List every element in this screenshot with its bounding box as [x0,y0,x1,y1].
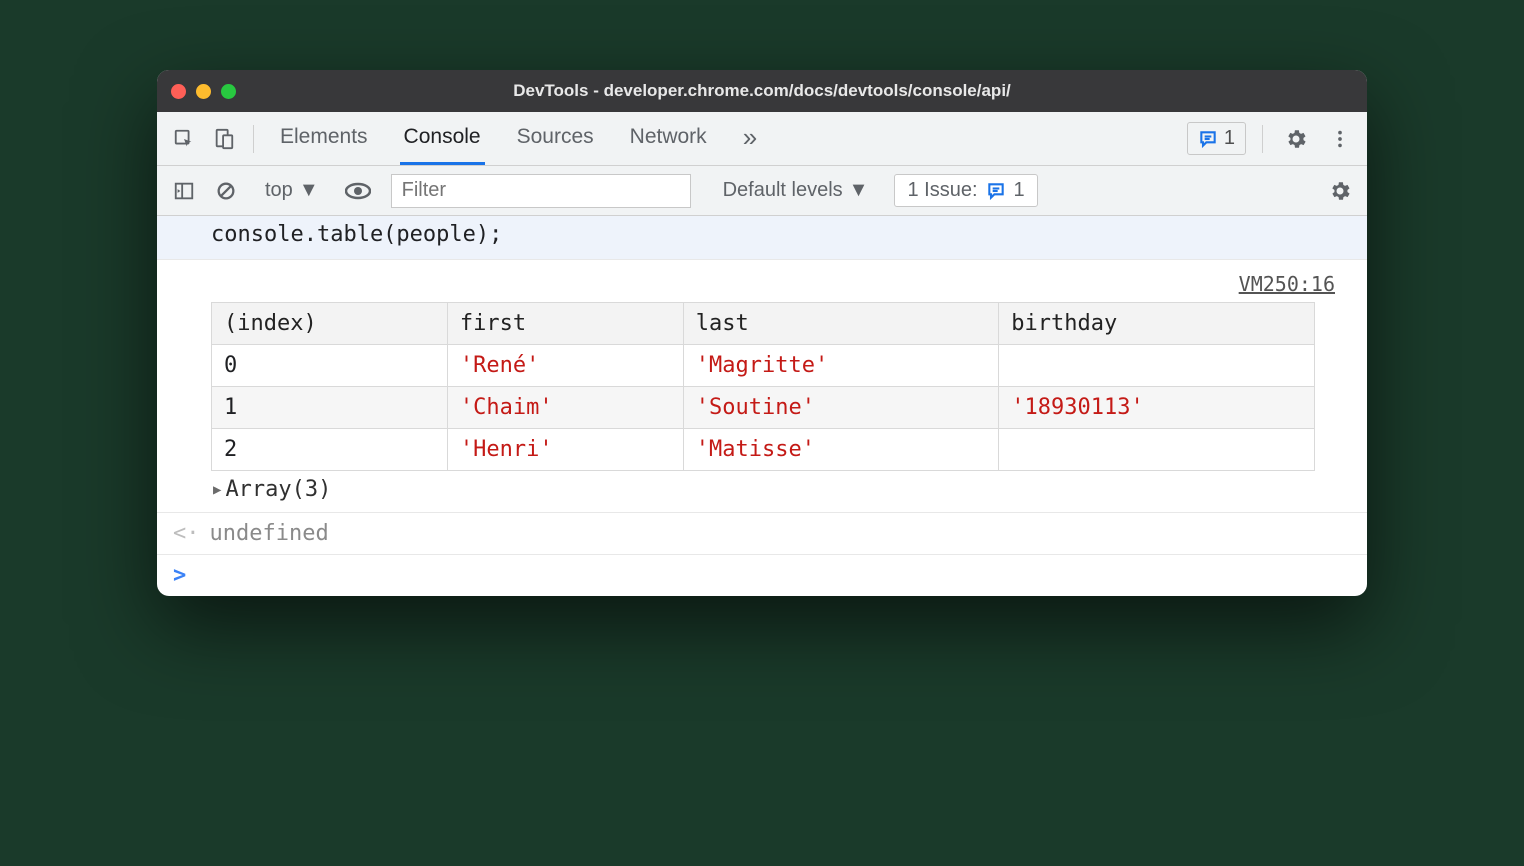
cell-index: 2 [212,429,448,471]
toolbar-separator [1262,125,1263,153]
console-prompt[interactable]: > [157,555,1367,596]
console-body: console.table(people); VM250:16 (index) … [157,216,1367,596]
cell-birthday [999,345,1315,387]
window-title: DevTools - developer.chrome.com/docs/dev… [157,81,1367,101]
main-toolbar: Elements Console Sources Network » 1 [157,112,1367,166]
col-last[interactable]: last [683,303,999,345]
levels-label: Default levels [723,179,843,202]
chevron-down-icon: ▼ [299,179,319,202]
toolbar-separator [253,125,254,153]
return-row: <· undefined [157,513,1367,555]
inspect-element-icon[interactable] [167,122,201,156]
cell-first: 'Chaim' [447,387,683,429]
filter-input[interactable] [391,174,691,208]
col-first[interactable]: first [447,303,683,345]
console-output: VM250:16 (index) first last birthday 0 '… [157,260,1367,513]
chat-icon [1198,129,1218,149]
console-filter-bar: top ▼ Default levels ▼ 1 Issue: 1 [157,166,1367,216]
col-birthday[interactable]: birthday [999,303,1315,345]
console-table: (index) first last birthday 0 'René' 'Ma… [211,302,1315,471]
gear-icon[interactable] [1323,174,1357,208]
window-titlebar: DevTools - developer.chrome.com/docs/dev… [157,70,1367,112]
context-selector[interactable]: top ▼ [259,179,325,202]
cell-first: 'Henri' [447,429,683,471]
panel-tabs: Elements Console Sources Network » [276,112,761,165]
tab-console[interactable]: Console [400,112,485,165]
cell-birthday [999,429,1315,471]
gear-icon[interactable] [1279,122,1313,156]
devtools-window: DevTools - developer.chrome.com/docs/dev… [157,70,1367,596]
cell-index: 0 [212,345,448,387]
cell-last: 'Soutine' [683,387,999,429]
issues-count: 1 [1224,127,1235,150]
source-link[interactable]: VM250:16 [1239,272,1335,296]
log-levels-selector[interactable]: Default levels ▼ [713,179,879,202]
array-expand[interactable]: ▶ Array(3) [211,477,1349,502]
table-row[interactable]: 2 'Henri' 'Matisse' [212,429,1315,471]
maximize-window-button[interactable] [221,84,236,99]
return-arrow-icon: <· [173,521,200,546]
clear-console-icon[interactable] [209,174,243,208]
col-index[interactable]: (index) [212,303,448,345]
traffic-lights [171,84,236,99]
prompt-caret-icon: > [173,563,186,588]
context-label: top [265,179,293,202]
sidebar-toggle-icon[interactable] [167,174,201,208]
issues-count: 1 [1014,179,1025,202]
triangle-right-icon: ▶ [213,482,221,498]
issues-box[interactable]: 1 Issue: 1 [894,174,1037,207]
cell-last: 'Magritte' [683,345,999,387]
console-command: console.table(people); [157,216,1367,260]
cell-first: 'René' [447,345,683,387]
minimize-window-button[interactable] [196,84,211,99]
close-window-button[interactable] [171,84,186,99]
table-row[interactable]: 0 'René' 'Magritte' [212,345,1315,387]
tab-overflow[interactable]: » [739,112,761,165]
cell-last: 'Matisse' [683,429,999,471]
array-summary: Array(3) [225,477,331,502]
issues-label: 1 Issue: [907,179,977,202]
chevron-down-icon: ▼ [849,179,869,202]
cell-index: 1 [212,387,448,429]
table-row[interactable]: 1 'Chaim' 'Soutine' '18930113' [212,387,1315,429]
kebab-menu-icon[interactable] [1323,122,1357,156]
issues-counter[interactable]: 1 [1187,122,1246,155]
tab-network[interactable]: Network [626,112,711,165]
tab-sources[interactable]: Sources [513,112,598,165]
device-toolbar-icon[interactable] [207,122,241,156]
return-value: undefined [210,521,329,546]
chat-icon [986,181,1006,201]
live-expression-icon[interactable] [341,174,375,208]
tab-elements[interactable]: Elements [276,112,372,165]
cell-birthday: '18930113' [999,387,1315,429]
table-header-row: (index) first last birthday [212,303,1315,345]
